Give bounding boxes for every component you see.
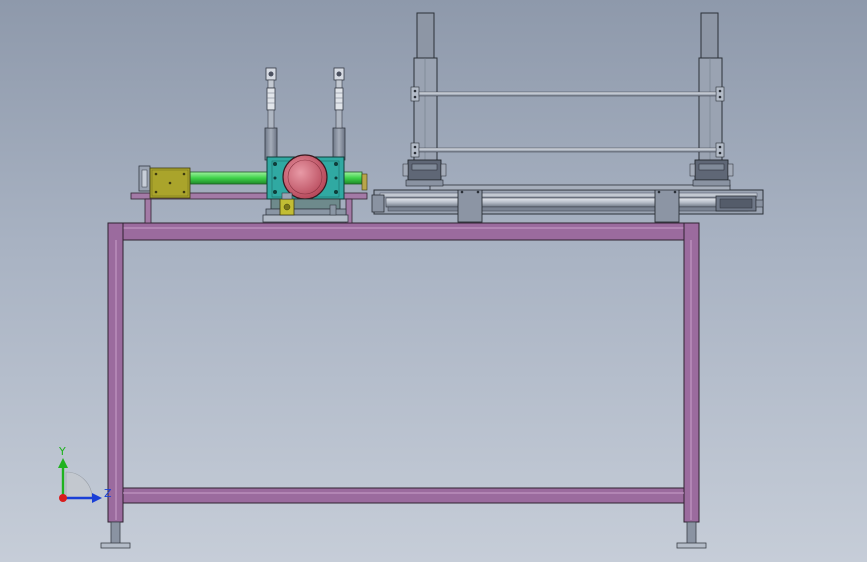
- triad-x-axis: [59, 494, 67, 502]
- triad-origin-arc: [65, 471, 93, 499]
- motor-gearbox: [149, 167, 191, 199]
- rotor-assembly: [262, 127, 349, 223]
- triad-z-label: Z: [104, 487, 112, 500]
- tube-stop-block: [361, 173, 368, 191]
- table-frame: [100, 222, 707, 549]
- gantry-upright-right: [689, 12, 734, 187]
- linear-slide-module: [371, 184, 764, 223]
- gantry-cross-rods: [418, 91, 717, 153]
- table-lower-rail: [122, 487, 685, 504]
- gantry-upright-left: [402, 12, 447, 187]
- spring-damper-right: [333, 67, 345, 129]
- tube-end-bracket: [138, 165, 151, 192]
- rotor-disc: [282, 154, 328, 200]
- spring-damper-left: [265, 67, 277, 129]
- triad-y-label: Y: [58, 445, 66, 458]
- table-top-rail: [107, 222, 699, 241]
- table-right-foot: [676, 521, 707, 549]
- cad-drawing: Y Z: [58, 12, 764, 549]
- table-left-foot: [100, 521, 131, 549]
- cad-viewport[interactable]: Y Z: [0, 0, 867, 562]
- view-orientation-triad[interactable]: Y Z: [58, 445, 112, 503]
- proximity-sensor: [279, 192, 295, 216]
